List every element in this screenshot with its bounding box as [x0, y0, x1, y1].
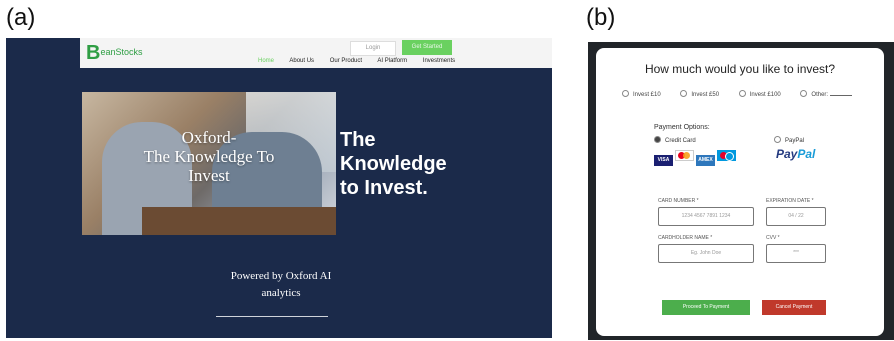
- cvv-label: CVV *: [766, 235, 780, 241]
- hero-heading-line2: Knowledge: [340, 153, 447, 175]
- nav-ai-platform[interactable]: AI Platform: [377, 58, 407, 64]
- proceed-to-payment-button[interactable]: Proceed To Payment: [662, 300, 750, 315]
- card-number-label: CARD NUMBER *: [658, 198, 699, 204]
- radio-selected-icon[interactable]: [654, 136, 661, 143]
- invest-option-50-label: Invest £50: [691, 92, 720, 98]
- invest-option-10-label: Invest £10: [633, 92, 661, 98]
- nav-links: Home About Us Our Product AI Platform In…: [258, 58, 469, 64]
- invest-option-other-label: Other:: [811, 92, 829, 98]
- login-button[interactable]: Login: [350, 41, 396, 56]
- photo-caption-line2: The Knowledge To: [143, 147, 275, 166]
- payment-options-title: Payment Options:: [654, 124, 710, 131]
- payment-modal-backdrop: How much would you like to invest? Inves…: [588, 42, 894, 340]
- credit-card-label: Credit Card: [665, 138, 696, 144]
- cvv-input[interactable]: ***: [766, 244, 826, 263]
- credit-card-option[interactable]: Credit Card: [654, 136, 696, 144]
- radio-icon[interactable]: [800, 90, 808, 97]
- panel-a-label: (a): [6, 4, 36, 31]
- powered-by-line1: Powered by Oxford AI: [230, 270, 332, 282]
- paypal-logo: PayPal: [776, 147, 815, 161]
- photo-table: [142, 207, 336, 235]
- photo-caption-line3: Invest: [188, 166, 230, 185]
- get-started-button[interactable]: Get Started: [402, 40, 452, 55]
- powered-by-line2: analytics: [261, 287, 301, 299]
- panel-b-label: (b): [586, 4, 616, 31]
- cancel-payment-button[interactable]: Cancel Payment: [762, 300, 826, 315]
- hero-heading-line3: to Invest.: [340, 177, 428, 199]
- invest-option-50[interactable]: Invest £50: [680, 90, 720, 98]
- nav-about-us[interactable]: About Us: [289, 58, 314, 64]
- nav-investments[interactable]: Investments: [423, 58, 455, 64]
- other-amount-input[interactable]: [830, 95, 853, 96]
- brand-logo[interactable]: BeanStocks: [86, 42, 142, 65]
- invest-option-other[interactable]: Other:: [800, 90, 853, 98]
- invest-option-100[interactable]: Invest £100: [738, 90, 781, 98]
- hero-heading-line1: The: [340, 129, 376, 151]
- radio-icon[interactable]: [738, 90, 746, 97]
- nav-our-product[interactable]: Our Product: [330, 58, 362, 64]
- cardholder-name-label: CARDHOLDER NAME *: [658, 235, 713, 241]
- mastercard-icon: [675, 150, 694, 161]
- radio-icon[interactable]: [622, 90, 629, 97]
- hero-photo: Oxford- The Knowledge To Invest: [82, 92, 336, 235]
- top-navbar: BeanStocks Login Get Started Home About …: [80, 38, 552, 68]
- logo-mark: B: [86, 42, 101, 64]
- paypal-label: PayPal: [785, 138, 805, 144]
- payment-card: How much would you like to invest? Inves…: [596, 48, 884, 336]
- expiration-input[interactable]: 04 / 22: [766, 207, 826, 226]
- paypal-logo-pal: Pal: [797, 147, 816, 161]
- amex-icon: AMEX: [696, 155, 715, 166]
- paypal-option[interactable]: PayPal: [774, 136, 804, 144]
- divider: [216, 316, 328, 317]
- invest-question: How much would you like to invest?: [644, 62, 836, 76]
- visa-icon: VISA: [654, 155, 673, 166]
- powered-by-text: Powered by Oxford AI analytics: [206, 268, 356, 302]
- photo-caption-line1: Oxford-: [181, 128, 237, 147]
- card-number-input[interactable]: 1234 4567 7891 1234: [658, 207, 754, 226]
- landing-page: BeanStocks Login Get Started Home About …: [6, 38, 552, 338]
- cardholder-name-input[interactable]: Eg. John Doe: [658, 244, 754, 263]
- invest-options: Invest £10 Invest £50 Invest £100 Other:: [622, 90, 870, 98]
- invest-option-10[interactable]: Invest £10: [622, 90, 661, 98]
- expiration-label: EXPIRATION DATE *: [766, 198, 814, 204]
- logo-text: eanStocks: [100, 47, 143, 57]
- paypal-logo-pay: Pay: [776, 147, 798, 161]
- radio-icon[interactable]: [774, 136, 781, 143]
- nav-home[interactable]: Home: [258, 58, 274, 64]
- invest-option-100-label: Invest £100: [749, 92, 781, 98]
- hero-heading: The Knowledge to Invest.: [340, 128, 480, 200]
- radio-icon[interactable]: [680, 90, 688, 97]
- maestro-icon: [717, 150, 736, 161]
- photo-caption: Oxford- The Knowledge To Invest: [82, 128, 336, 185]
- card-logos: VISA AMEX: [654, 148, 738, 166]
